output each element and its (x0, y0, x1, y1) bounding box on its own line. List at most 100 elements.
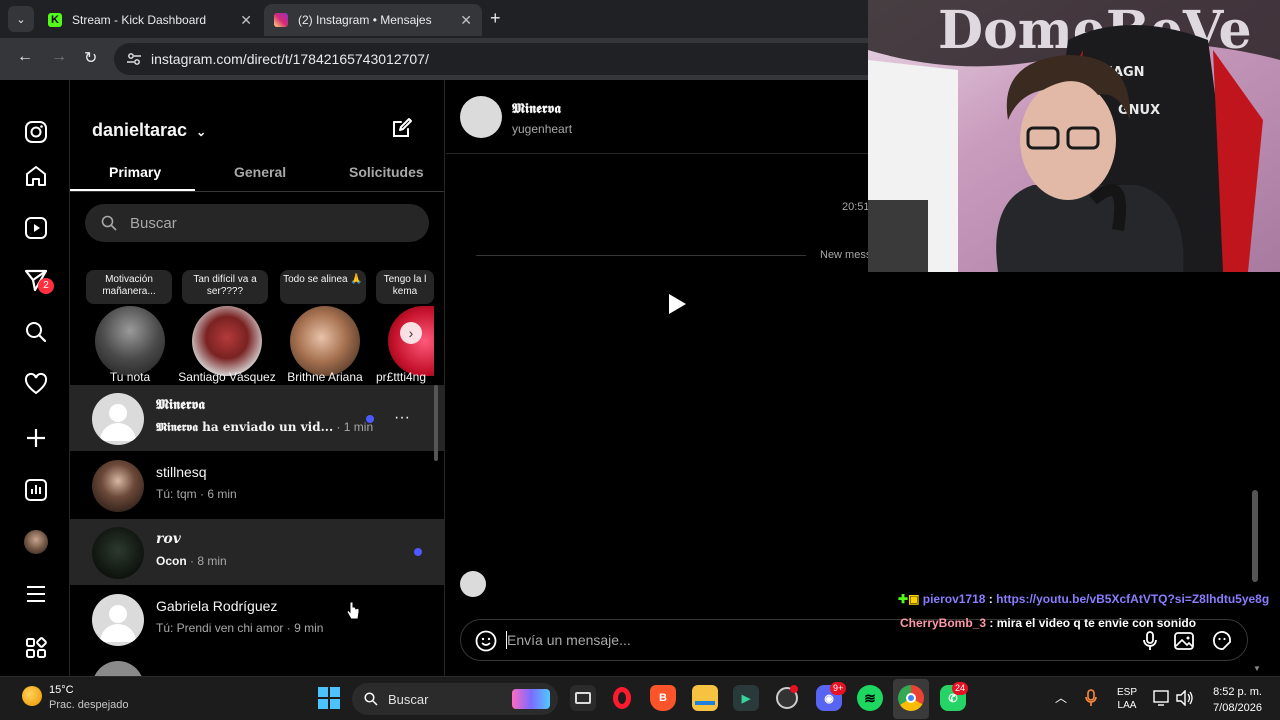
thread-row[interactable]: 𝒓𝒐𝒗 Ocon · 8 min (70, 519, 444, 585)
conversation-name[interactable]: 𝕸𝖎𝖓𝖊𝖗𝖛𝖆 (512, 101, 561, 117)
tab-primary[interactable]: Primary (109, 164, 161, 180)
weather-temperature[interactable]: 15°C (49, 684, 74, 696)
weather-icon[interactable] (22, 686, 42, 706)
reload-icon[interactable]: ↻ (84, 48, 97, 68)
taskbar-search[interactable]: Buscar (352, 683, 558, 715)
thread-row[interactable]: 𝕸𝖎𝖓𝖊𝖗𝖛𝖆 𝕸𝖎𝖓𝖊𝖗𝖛𝖆 ha enviado un vid... · 1… (70, 385, 444, 451)
task-view-icon[interactable] (570, 685, 596, 711)
account-switcher[interactable]: danieltarac ⌄ (92, 120, 206, 141)
inbox-scrollbar[interactable] (434, 385, 438, 461)
tab-title: (2) Instagram • Mensajes (298, 13, 432, 27)
story-avatar[interactable] (290, 306, 360, 376)
taskbar-search-placeholder: Buscar (388, 692, 429, 707)
thread-row[interactable] (70, 653, 444, 676)
thread-preview-text: Ocon (156, 554, 187, 568)
language-indicator[interactable]: ESP LAA (1112, 686, 1142, 712)
omnibox[interactable]: instagram.com/direct/t/17842165743012707… (114, 43, 874, 75)
compose-icon[interactable] (390, 116, 414, 145)
file-explorer-icon[interactable] (692, 685, 718, 711)
stream-chat-message: CherryBomb_3 : mira el video q te envie … (900, 616, 1196, 630)
inbox-panel: danieltarac ⌄ Primary General Solicitude… (70, 80, 445, 676)
story-name: Santiago Vàsquez (178, 370, 276, 384)
chevron-right-icon[interactable]: › (400, 322, 422, 344)
back-icon[interactable]: ← (17, 48, 33, 66)
thread-preview: Tú: Prendi ven chi amor · 9 min (156, 621, 323, 635)
browser-tab-kick[interactable]: K Stream - Kick Dashboard ✕ (38, 4, 262, 36)
new-tab-button[interactable]: + (490, 8, 501, 29)
active-tab-indicator (70, 189, 195, 191)
microphone-icon[interactable] (1139, 630, 1161, 652)
note-bubble[interactable]: Motivación mañanera... (86, 270, 172, 304)
note-bubble[interactable]: Tengo la l kema (376, 270, 434, 304)
close-icon[interactable]: ✕ (460, 12, 472, 29)
brave-icon[interactable]: B (650, 685, 676, 711)
note-bubble[interactable]: Todo se alinea 🙏 (280, 270, 366, 304)
thread-name: Gabriela Rodríguez (156, 598, 278, 614)
system-clock[interactable]: 8:52 p. m. 7/08/2026 (1198, 684, 1262, 716)
avatar[interactable] (460, 96, 502, 138)
dashboard-icon[interactable] (22, 476, 50, 504)
close-icon[interactable]: ✕ (240, 12, 252, 29)
opera-icon[interactable] (609, 685, 635, 711)
instagram-logo-icon[interactable] (22, 118, 50, 146)
thread-time: · 8 min (190, 554, 227, 568)
microphone-icon[interactable] (1085, 689, 1097, 707)
volume-icon[interactable] (1176, 690, 1194, 706)
thread-name: 𝕸𝖎𝖓𝖊𝖗𝖛𝖆 (156, 397, 205, 413)
thread-row[interactable]: stillnesq Tú: tqm · 6 min (70, 452, 444, 518)
windows-start-icon[interactable] (318, 687, 340, 714)
heart-icon[interactable] (22, 370, 50, 398)
avatar (92, 460, 144, 512)
url-text: instagram.com/direct/t/17842165743012707… (151, 51, 429, 67)
notification-badge: 9+ (830, 682, 847, 695)
tab-search-button[interactable]: ⌄ (8, 6, 34, 32)
more-apps-icon[interactable] (22, 634, 50, 662)
thread-row[interactable]: Gabriela Rodríguez Tú: Prendi ven chi am… (70, 586, 444, 652)
notification-badge: 24 (952, 682, 969, 695)
story-name: Tu nota (109, 370, 151, 384)
search-icon[interactable] (22, 318, 50, 346)
search-highlight-icon (512, 689, 550, 709)
home-icon[interactable] (22, 162, 50, 190)
app-icon[interactable]: ▶ (733, 685, 759, 711)
image-icon[interactable] (1173, 630, 1195, 652)
tab-general[interactable]: General (234, 164, 286, 180)
conversation-username: yugenheart (512, 122, 573, 136)
new-messages-label: New mess (820, 249, 872, 261)
unread-dot (366, 415, 374, 423)
menu-icon[interactable] (22, 580, 50, 608)
note-bubble[interactable]: Tan difícil va a ser???? (182, 270, 268, 304)
search-placeholder: Buscar (130, 215, 177, 232)
notification-badge: 2 (38, 278, 54, 294)
sticker-icon[interactable] (1211, 630, 1233, 652)
reels-icon[interactable] (22, 214, 50, 242)
site-settings-icon[interactable] (126, 51, 142, 67)
chevron-down-icon: ⌄ (196, 125, 207, 139)
network-icon[interactable] (1153, 690, 1171, 706)
avatar (460, 571, 486, 597)
conversation-scrollbar[interactable] (1252, 490, 1258, 582)
play-icon[interactable] (664, 292, 688, 316)
story-avatar[interactable] (192, 306, 262, 376)
create-icon[interactable] (22, 424, 50, 452)
browser-tab-instagram[interactable]: (2) Instagram • Mensajes ✕ (264, 4, 482, 36)
badge-icon: ▣ (908, 592, 920, 606)
chevron-up-icon[interactable]: ︿ (1055, 689, 1067, 706)
more-options-icon[interactable]: ··· (394, 409, 410, 427)
weather-description[interactable]: Prac. despejado (49, 699, 129, 711)
profile-avatar[interactable] (22, 528, 50, 556)
search-input[interactable]: Buscar (85, 204, 429, 242)
chrome-icon[interactable] (898, 685, 924, 711)
tab-requests[interactable]: Solicitudes (349, 164, 424, 180)
forward-icon[interactable]: → (51, 48, 67, 66)
spotify-icon[interactable]: ≋ (857, 685, 883, 711)
webcam-overlay: DomeBeVe MAGN GNUX (868, 0, 1280, 272)
thread-preview-text: Tú: Prendi ven chi amor (156, 621, 284, 635)
story-avatar[interactable] (95, 306, 165, 376)
windows-taskbar: 15°C Prac. despejado Buscar B ▶ ◉ 9+ ≋ ✆… (0, 676, 1280, 720)
clock-date: 7/08/2026 (1213, 702, 1262, 714)
scroll-down-icon[interactable]: ▼ (1253, 664, 1261, 673)
thread-time: · 9 min (286, 621, 324, 635)
webcam-feed-image: DomeBeVe MAGN GNUX (868, 0, 1280, 272)
emoji-icon[interactable] (475, 630, 497, 652)
